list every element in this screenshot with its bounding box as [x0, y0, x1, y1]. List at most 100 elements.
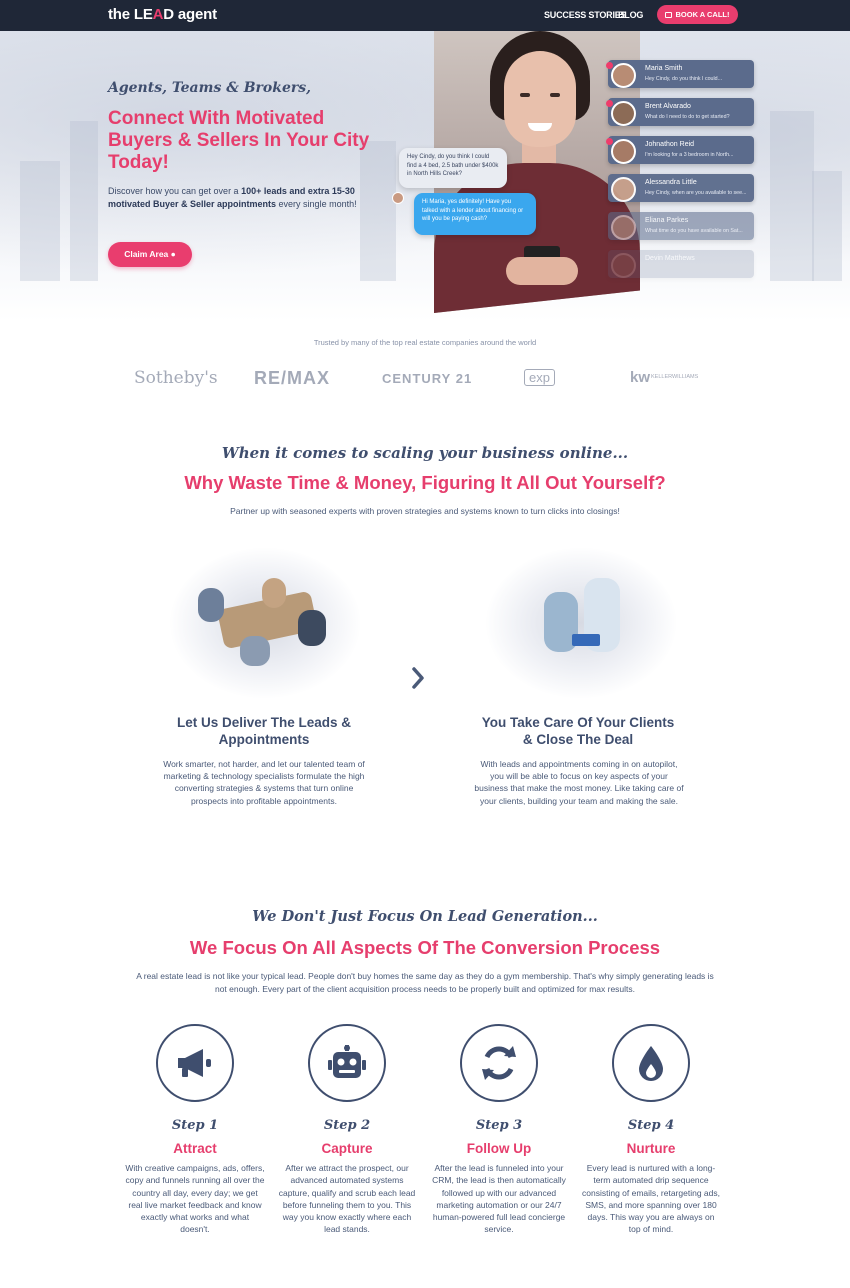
skyline-building [70, 121, 98, 281]
contact-name: Eliana Parkes [645, 217, 689, 224]
photo-eye [550, 93, 560, 97]
claim-area-label: Claim Area [124, 249, 169, 259]
step-description: With creative campaigns, ads, offers, co… [125, 1163, 265, 1235]
hero-headline: Connect With Motivated Buyers & Sellers … [108, 108, 370, 173]
step-description: After we attract the prospect, our advan… [278, 1163, 416, 1235]
claim-area-button[interactable]: Claim Area ● [108, 242, 192, 267]
process-subtitle: A real estate lead is not like your typi… [136, 971, 714, 994]
step-name: Capture [321, 1141, 373, 1156]
close-deal-title: You Take Care Of Your Clients & Close Th… [481, 715, 675, 747]
contact-avatar [611, 101, 636, 126]
map-pin-icon: ● [170, 249, 176, 259]
step-description: After the lead is funneled into your CRM… [432, 1163, 566, 1235]
deliver-leads-text: Work smarter, not harder, and let our ta… [163, 759, 365, 806]
photo-eye [520, 93, 530, 97]
calendar-icon [665, 12, 673, 18]
hero-description: Discover how you can get over a 100+ lea… [108, 185, 358, 210]
photo-face [504, 51, 576, 147]
step-icon-circle [156, 1024, 234, 1102]
contact-card[interactable]: Brent Alvarado What do I need to do to ge… [606, 98, 754, 126]
megaphone-icon [158, 1026, 232, 1100]
unread-dot [606, 100, 613, 107]
skyline-building [812, 171, 842, 281]
hero-tagline: Agents, Teams & Brokers, [108, 80, 311, 96]
book-a-call-button[interactable]: BOOK A CALL! [657, 5, 738, 24]
step-name: Follow Up [466, 1141, 532, 1156]
nav-link-success-stories[interactable]: SUCCESS STORIES [544, 10, 627, 20]
contact-name: Devin Matthews [645, 255, 695, 262]
unread-dot [606, 62, 613, 69]
top-nav: the LEAD agent SUCCESS STORIES BLOG BOOK… [0, 0, 850, 31]
step-icon-circle [460, 1024, 538, 1102]
step-label: Step 3 [475, 1118, 523, 1133]
step-icon-circle [308, 1024, 386, 1102]
deliver-leads-title: Let Us Deliver The Leads & Appointments [176, 715, 352, 747]
team-meeting-photo [170, 548, 360, 698]
photo-hands [506, 257, 578, 285]
logo-kellerwilliams: KELLERWILLIAMS [651, 374, 699, 380]
why-title: Why Waste Time & Money, Figuring It All … [184, 472, 666, 493]
photo-folder [572, 634, 600, 646]
hero-desc-part-1: Discover how you can get over a [108, 186, 242, 196]
chat-bubble-outgoing: Hi Maria, yes definitely! Have you talke… [414, 193, 536, 235]
contact-card[interactable]: Johnathon Reid I'm looking for a 3 bedroo… [606, 136, 754, 164]
nav-link-blog[interactable]: BLOG [618, 10, 643, 20]
photo-person [298, 610, 326, 646]
contact-avatar [611, 139, 636, 164]
contact-card[interactable]: Maria Smith Hey Cindy, do you think I cou… [606, 60, 754, 88]
logo-text-pre: the LE [108, 6, 153, 23]
chat-bubble-incoming: Hey Cindy, do you think I could find a 4… [399, 148, 507, 188]
contact-message: What do I need to do to get started? [645, 114, 730, 120]
contact-name: Johnathon Reid [645, 141, 695, 148]
skyline-building [770, 111, 814, 281]
logo-century-21: CENTURY 21 [382, 371, 473, 386]
why-subtitle: Partner up with seasoned experts with pr… [230, 506, 620, 516]
contact-message: Hey Cindy, when are you available to see… [645, 190, 747, 196]
contact-avatar [611, 215, 636, 240]
book-a-call-label: BOOK A CALL! [675, 10, 730, 19]
step-name: Attract [173, 1141, 217, 1156]
drop-icon [614, 1026, 688, 1100]
logo-text-a: A [152, 6, 164, 23]
chat-avatar [392, 192, 404, 204]
contact-avatar [611, 63, 636, 88]
contact-name: Alessandra Little [645, 179, 697, 186]
contact-name: Brent Alvarado [645, 103, 691, 110]
logo-kw: kw [630, 369, 651, 386]
contact-card[interactable]: Devin Matthews [608, 250, 754, 278]
contact-message: Hey Cindy, do you think I could... [645, 76, 723, 82]
contact-name: Maria Smith [645, 65, 683, 72]
unread-dot [606, 138, 613, 145]
skyline-building [20, 161, 60, 281]
logo-sothebys: Sotheby's [134, 368, 218, 388]
sync-icon [462, 1026, 536, 1100]
step-icon-circle [612, 1024, 690, 1102]
step-description: Every lead is nurtured with a long-term … [582, 1163, 720, 1235]
close-deal-text: With leads and appointments coming in on… [474, 759, 684, 806]
step-label: Step 1 [171, 1118, 219, 1133]
logo-text-post: D agent [163, 6, 217, 23]
step-name: Nurture [626, 1141, 676, 1156]
contact-card[interactable]: Alessandra Little Hey Cindy, when are you… [608, 174, 754, 202]
chevron-right-icon [410, 666, 426, 690]
why-script-heading: When it comes to scaling your business o… [221, 444, 629, 462]
contact-card[interactable]: Eliana Parkes What time do you have avail… [608, 212, 754, 240]
contact-avatar [611, 177, 636, 202]
agent-client-photo [486, 548, 676, 698]
photo-person [240, 636, 270, 666]
hero-desc-part-2: every single month! [276, 198, 357, 209]
process-script-heading: We Don't Just Focus On Lead Generation..… [252, 908, 598, 925]
contact-message: What time do you have available on Sat..… [645, 228, 743, 234]
contact-avatar [611, 253, 636, 278]
step-label: Step 2 [323, 1118, 371, 1133]
contact-message: I'm looking for a 3 bedroom in North... [645, 152, 734, 158]
logo-remax: RE/MAX [254, 368, 331, 388]
process-title: We Focus On All Aspects Of The Conversio… [189, 937, 661, 958]
trusted-text: Trusted by many of the top real estate c… [313, 338, 537, 347]
step-label: Step 4 [627, 1118, 675, 1133]
robot-icon [310, 1026, 384, 1100]
photo-person [198, 588, 224, 622]
logo[interactable]: the LEAD agent [108, 6, 217, 23]
logo-exp: exp [524, 369, 555, 386]
photo-person [262, 578, 286, 608]
